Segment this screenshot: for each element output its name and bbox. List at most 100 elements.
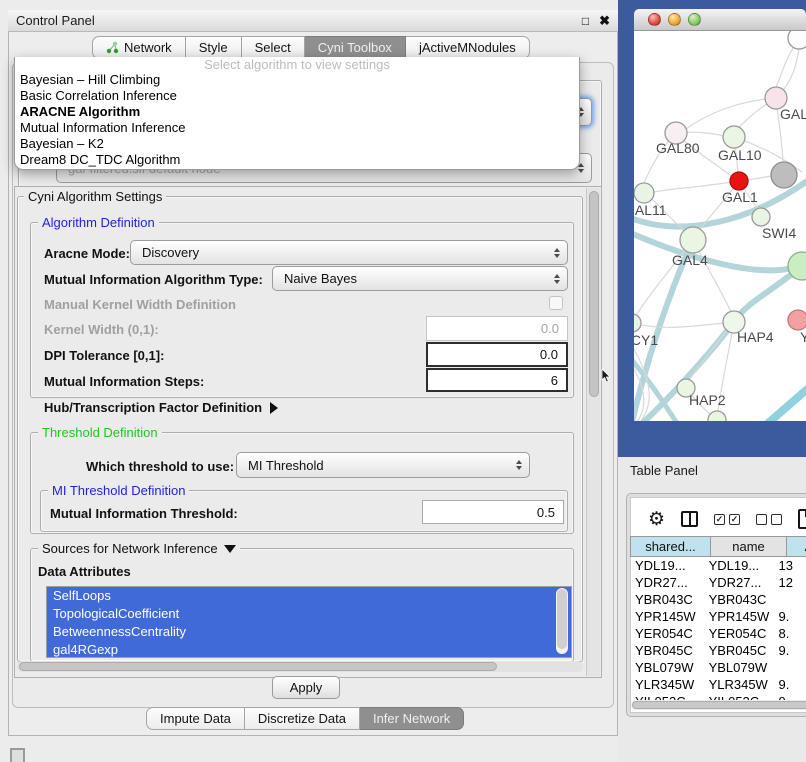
node-gcy1-label: GCY1 [634, 332, 658, 348]
mouse-cursor [601, 369, 613, 383]
tab-style[interactable]: Style [186, 36, 242, 59]
table-row[interactable]: YLR345WYLR345W9. [630, 676, 806, 693]
mi-type-label: Mutual Information Algorithm Type: [44, 272, 263, 287]
table-cell: YLR345W [630, 677, 704, 692]
algorithm-option[interactable]: Basic Correlation Inference [15, 88, 579, 104]
threshold-definition-title: Threshold Definition [38, 425, 162, 440]
data-attribute-item[interactable]: gal4RGexp [47, 641, 571, 658]
which-threshold-combo[interactable]: MI Threshold [236, 452, 530, 478]
sources-title-label: Sources for Network Inference [42, 541, 218, 556]
tab-select[interactable]: Select [242, 36, 305, 59]
data-attribute-item[interactable]: SelfLoops [47, 587, 571, 605]
data-attribute-item[interactable]: TopologicalCoefficient [47, 605, 571, 623]
algorithm-popup-list: Bayesian – Hill ClimbingBasic Correlatio… [15, 72, 579, 168]
scrollbar-thumb[interactable] [589, 191, 599, 397]
tab-network[interactable]: Network [92, 36, 186, 59]
algorithm-option[interactable]: Bayesian – Hill Climbing [15, 72, 579, 88]
aracne-mode-combo[interactable]: Discovery [130, 240, 568, 265]
mi-steps-field[interactable]: 6 [426, 368, 568, 392]
table-row[interactable]: YBR045CYBR045C9. [630, 642, 806, 659]
scrollbar-thumb[interactable] [19, 662, 497, 671]
scrollbar-thumb[interactable] [557, 589, 567, 649]
screen: Control Panel □ ✖ Network Style Select C… [0, 0, 806, 762]
document-icon[interactable] [798, 509, 806, 529]
checked-checkboxes-icon[interactable]: ✓✓ [714, 514, 740, 525]
data-attribute-item[interactable]: BetweennessCentrality [47, 623, 571, 641]
table-row[interactable]: YDR27...YDR27...12 [630, 574, 806, 591]
mac-zoom-icon[interactable] [688, 13, 701, 26]
close-icon[interactable]: ✖ [599, 14, 610, 27]
node-gcy1[interactable] [634, 314, 641, 332]
mac-minimize-icon[interactable] [668, 13, 681, 26]
hub-section-toggle[interactable]: Hub/Transcription Factor Definition [44, 400, 278, 415]
expand-arrow-icon[interactable] [224, 545, 236, 553]
unchecked-checkboxes-icon[interactable] [756, 514, 782, 525]
table-cell: YDR27... [630, 575, 704, 590]
apply-button[interactable]: Apply [272, 676, 340, 699]
gear-icon[interactable]: ⚙ [648, 510, 665, 529]
node-hap2-label: HAP2 [689, 392, 726, 408]
algorithm-definition-title: Algorithm Definition [38, 215, 159, 230]
node-gray[interactable] [771, 162, 797, 188]
mi-threshold-group-title: MI Threshold Definition [48, 483, 189, 498]
table-cell: YBL079W [704, 660, 774, 675]
network-canvas[interactable]: GALGAL80GAL10GAL1GAL11SWI4GAL4GCY1HAP4YH… [634, 31, 806, 421]
algorithm-option[interactable]: ARACNE Algorithm [15, 104, 579, 120]
table-row[interactable]: YER054CYER054C8. [630, 625, 806, 642]
algorithm-popup-hint: Select algorithm to view settings [15, 57, 579, 72]
node-bottom-partial[interactable] [708, 411, 726, 421]
data-attributes-list[interactable]: SelfLoopsTopologicalCoefficientBetweenne… [46, 586, 572, 658]
node-swi4-small[interactable] [752, 208, 770, 226]
collapse-arrow-icon[interactable] [270, 402, 278, 414]
table-column-header[interactable]: name [710, 536, 786, 557]
table-row[interactable]: YPR145WYPR145W9. [630, 608, 806, 625]
mi-threshold-label: Mutual Information Threshold: [50, 506, 238, 521]
node-gal-cut-label: GAL [780, 106, 806, 122]
node-gal11[interactable] [634, 183, 654, 203]
scrollbar-thumb[interactable] [632, 701, 806, 709]
table-horizontal-scrollbar[interactable] [631, 700, 806, 710]
table-cell: YER054C [704, 626, 774, 641]
table-panel-title: Table Panel [630, 463, 698, 478]
attributes-list-scrollbar[interactable] [556, 588, 568, 654]
split-columns-icon[interactable] [681, 511, 698, 527]
table-cell: YPR145W [704, 609, 774, 624]
which-threshold-label: Which threshold to use: [86, 459, 234, 474]
settings-horizontal-scrollbar[interactable] [17, 661, 583, 672]
node-top-partial[interactable] [788, 31, 806, 49]
manual-kernel-checkbox[interactable] [549, 296, 563, 310]
table-column-header[interactable]: A [786, 536, 806, 557]
tab-infer-network[interactable]: Infer Network [360, 707, 464, 730]
mac-close-icon[interactable] [648, 13, 661, 26]
algorithm-option[interactable]: Bayesian – K2 [15, 136, 579, 152]
mi-type-value: Naive Bayes [284, 271, 357, 286]
mi-type-combo[interactable]: Naive Bayes [272, 266, 568, 291]
aracne-mode-value: Discovery [142, 245, 199, 260]
node-salmon[interactable] [788, 310, 806, 330]
control-panel-titlebar[interactable]: Control Panel □ ✖ [8, 10, 618, 32]
algorithm-option[interactable]: Mutual Information Inference [15, 120, 579, 136]
minimized-panel-icon[interactable] [10, 748, 25, 762]
node-gal10[interactable] [723, 126, 745, 148]
aracne-mode-label: Aracne Mode: [44, 246, 130, 261]
node-gal4[interactable] [680, 227, 706, 253]
table-row[interactable]: YBL079WYBL079W [630, 659, 806, 676]
node-gal1[interactable] [730, 172, 748, 190]
tab-impute-data[interactable]: Impute Data [146, 707, 245, 730]
table-row[interactable]: YDL19...YDL19...13 [630, 557, 806, 574]
table-row[interactable]: YBR043CYBR043C [630, 591, 806, 608]
kernel-width-field[interactable]: 0.0 [426, 316, 568, 341]
table-cell: YDL19... [630, 558, 704, 573]
sources-group-title[interactable]: Sources for Network Inference [38, 541, 240, 556]
algorithm-option[interactable]: Dream8 DC_TDC Algorithm [15, 152, 579, 168]
table-column-header[interactable]: shared... [630, 536, 710, 557]
tab-jactivemnodules[interactable]: jActiveMNodules [406, 36, 530, 59]
dpi-tolerance-field[interactable]: 0.0 [426, 342, 568, 367]
tab-cyni-toolbox[interactable]: Cyni Toolbox [305, 36, 406, 59]
settings-vertical-scrollbar[interactable] [586, 188, 600, 676]
tab-discretize-data[interactable]: Discretize Data [245, 707, 360, 730]
restore-icon[interactable]: □ [582, 15, 589, 27]
mi-threshold-field[interactable]: 0.5 [422, 500, 564, 524]
table-toolbar: ⚙ ✓✓ [630, 504, 806, 534]
network-window-titlebar[interactable] [634, 9, 806, 31]
